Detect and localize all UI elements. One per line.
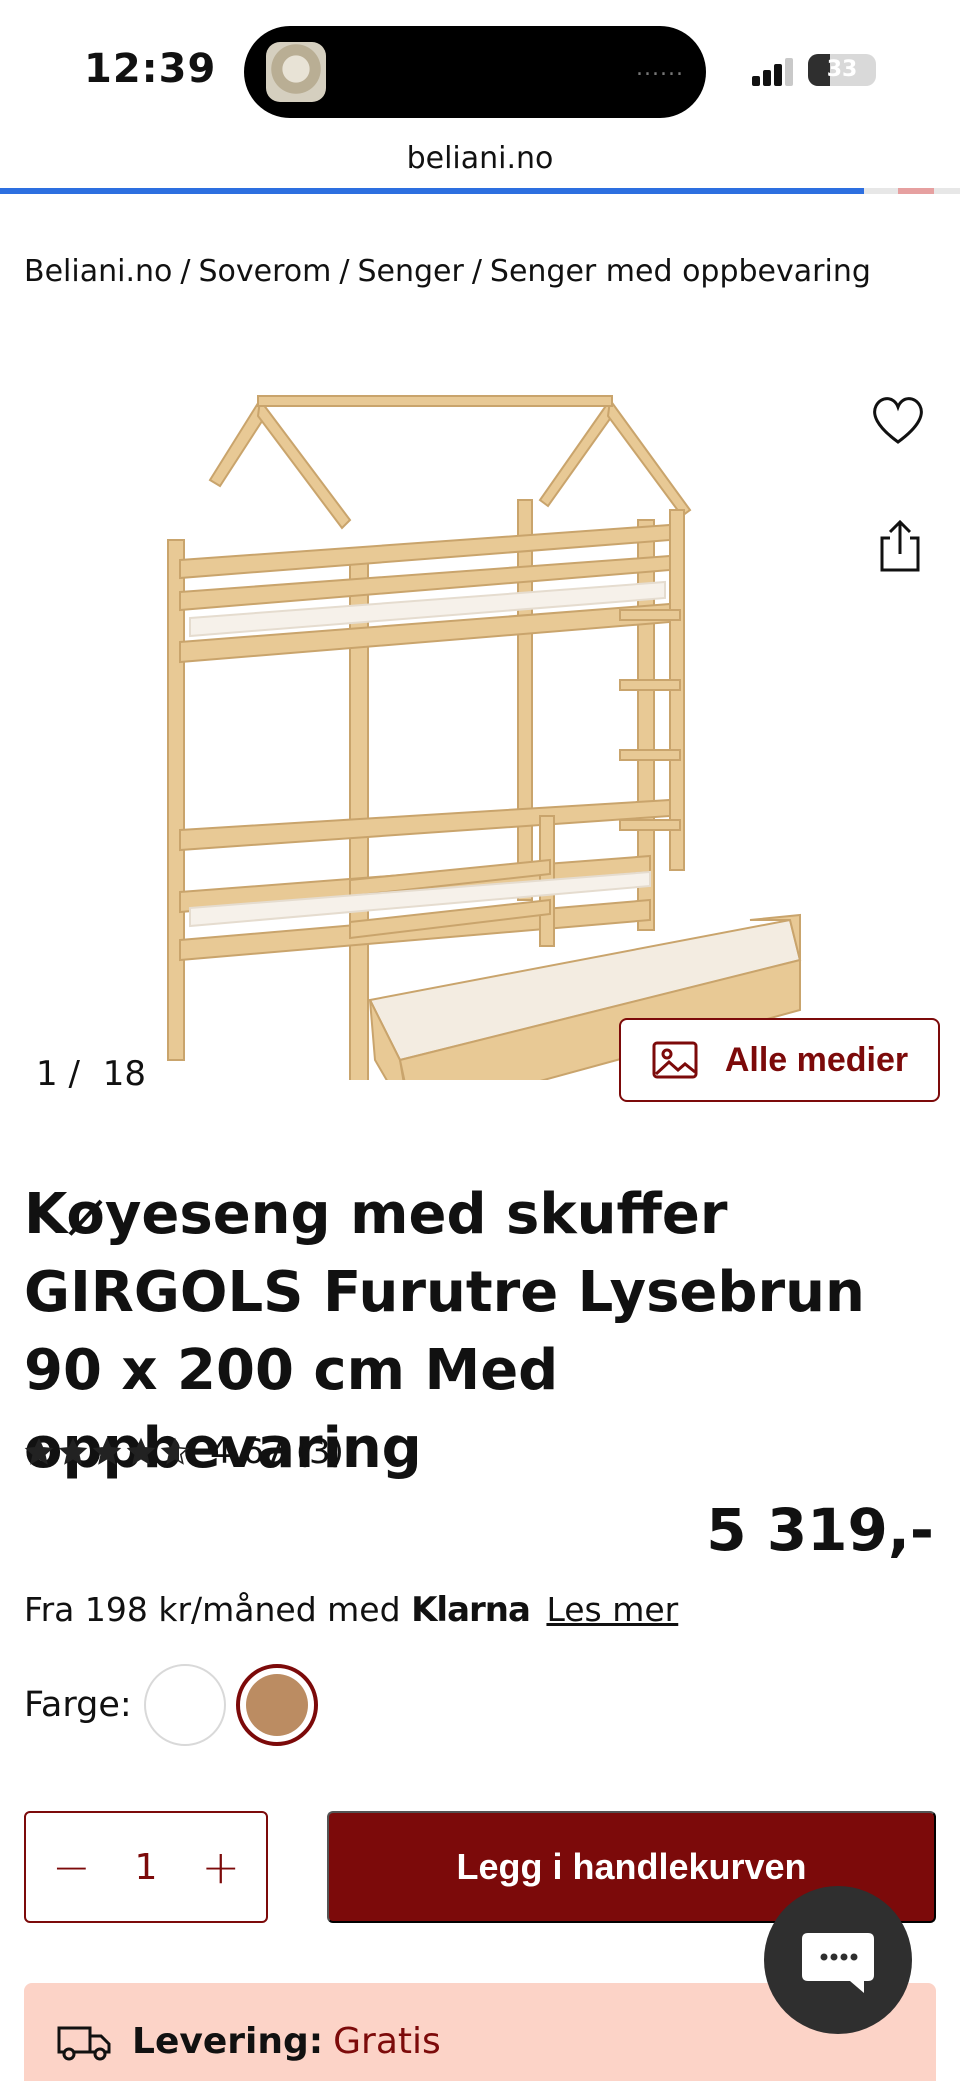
klarna-prefix: Fra 198 kr/måned med (24, 1590, 401, 1629)
share-icon[interactable] (870, 516, 930, 576)
cellular-signal-icon (752, 58, 794, 86)
now-playing-artwork (266, 42, 326, 102)
product-price: 5 319,- (706, 1496, 934, 1564)
rating-stars (24, 1437, 190, 1467)
chat-bubble-icon (802, 1933, 874, 1993)
breadcrumb: Beliani.no / Soverom / Senger / Senger med opp… (24, 254, 871, 289)
color-swatch-white[interactable] (143, 1664, 226, 1746)
status-bar: 12:39 ...... 33 (0, 0, 960, 140)
quantity-increase-button[interactable]: + (201, 1844, 240, 1890)
chat-support-button[interactable] (764, 1886, 912, 2034)
image-gallery-icon (652, 1041, 698, 1079)
breadcrumb-separator: / (339, 254, 350, 289)
quantity-value[interactable]: 1 (135, 1847, 158, 1888)
product-gallery[interactable]: 1 / 18 (0, 340, 960, 1094)
star-icon (126, 1437, 156, 1465)
star-icon (58, 1437, 88, 1465)
breadcrumb-item-bedroom[interactable]: Soverom (198, 254, 331, 289)
gallery-total: 18 (102, 1054, 146, 1094)
breadcrumb-separator: / (180, 254, 191, 289)
rating-value: 4,67 (210, 1432, 286, 1472)
delivery-truck-icon (57, 2026, 111, 2060)
all-media-label: Alle medier (724, 1040, 909, 1079)
address-bar[interactable]: beliani.no (0, 141, 960, 176)
battery-cap (872, 64, 876, 76)
battery-icon: 33 (808, 54, 876, 86)
product-image[interactable] (150, 360, 810, 1080)
all-media-button[interactable]: Alle medier (619, 1018, 940, 1102)
quantity-decrease-button[interactable]: − (52, 1844, 91, 1890)
color-selector: Farge: (24, 1664, 328, 1746)
breadcrumb-item-beds[interactable]: Senger (357, 254, 463, 289)
breadcrumb-separator: / (471, 254, 482, 289)
page-load-progress (0, 188, 960, 194)
island-activity-dots: ...... (636, 56, 684, 81)
color-swatch-light-brown[interactable] (235, 1664, 318, 1746)
breadcrumb-item-storage-beds[interactable]: Senger med oppbevaring (490, 254, 871, 289)
wishlist-heart-icon[interactable] (868, 390, 928, 450)
rating-count: (3) (295, 1432, 344, 1472)
battery-level: 33 (826, 57, 858, 82)
dynamic-island[interactable]: ...... (244, 26, 706, 118)
gallery-current-index: 1 (36, 1054, 58, 1094)
star-icon (92, 1437, 122, 1465)
klarna-read-more-link[interactable]: Les mer (546, 1590, 678, 1629)
quantity-stepper: − 1 + (24, 1811, 268, 1923)
color-label: Farge: (24, 1685, 132, 1725)
star-icon (160, 1437, 190, 1465)
gallery-counter: 1 / 18 (36, 1054, 146, 1094)
clock: 12:39 (84, 46, 217, 92)
delivery-label: Levering: (132, 2021, 324, 2062)
klarna-installment: Fra 198 kr/måned med Klarna Les mer (24, 1590, 678, 1630)
star-icon (24, 1437, 54, 1465)
klarna-logo: Klarna (411, 1590, 531, 1630)
gallery-counter-separator: / (68, 1054, 80, 1094)
breadcrumb-item-home[interactable]: Beliani.no (24, 254, 172, 289)
delivery-value: Gratis (333, 2021, 441, 2062)
product-rating[interactable]: 4,67 (3) (24, 1432, 344, 1472)
